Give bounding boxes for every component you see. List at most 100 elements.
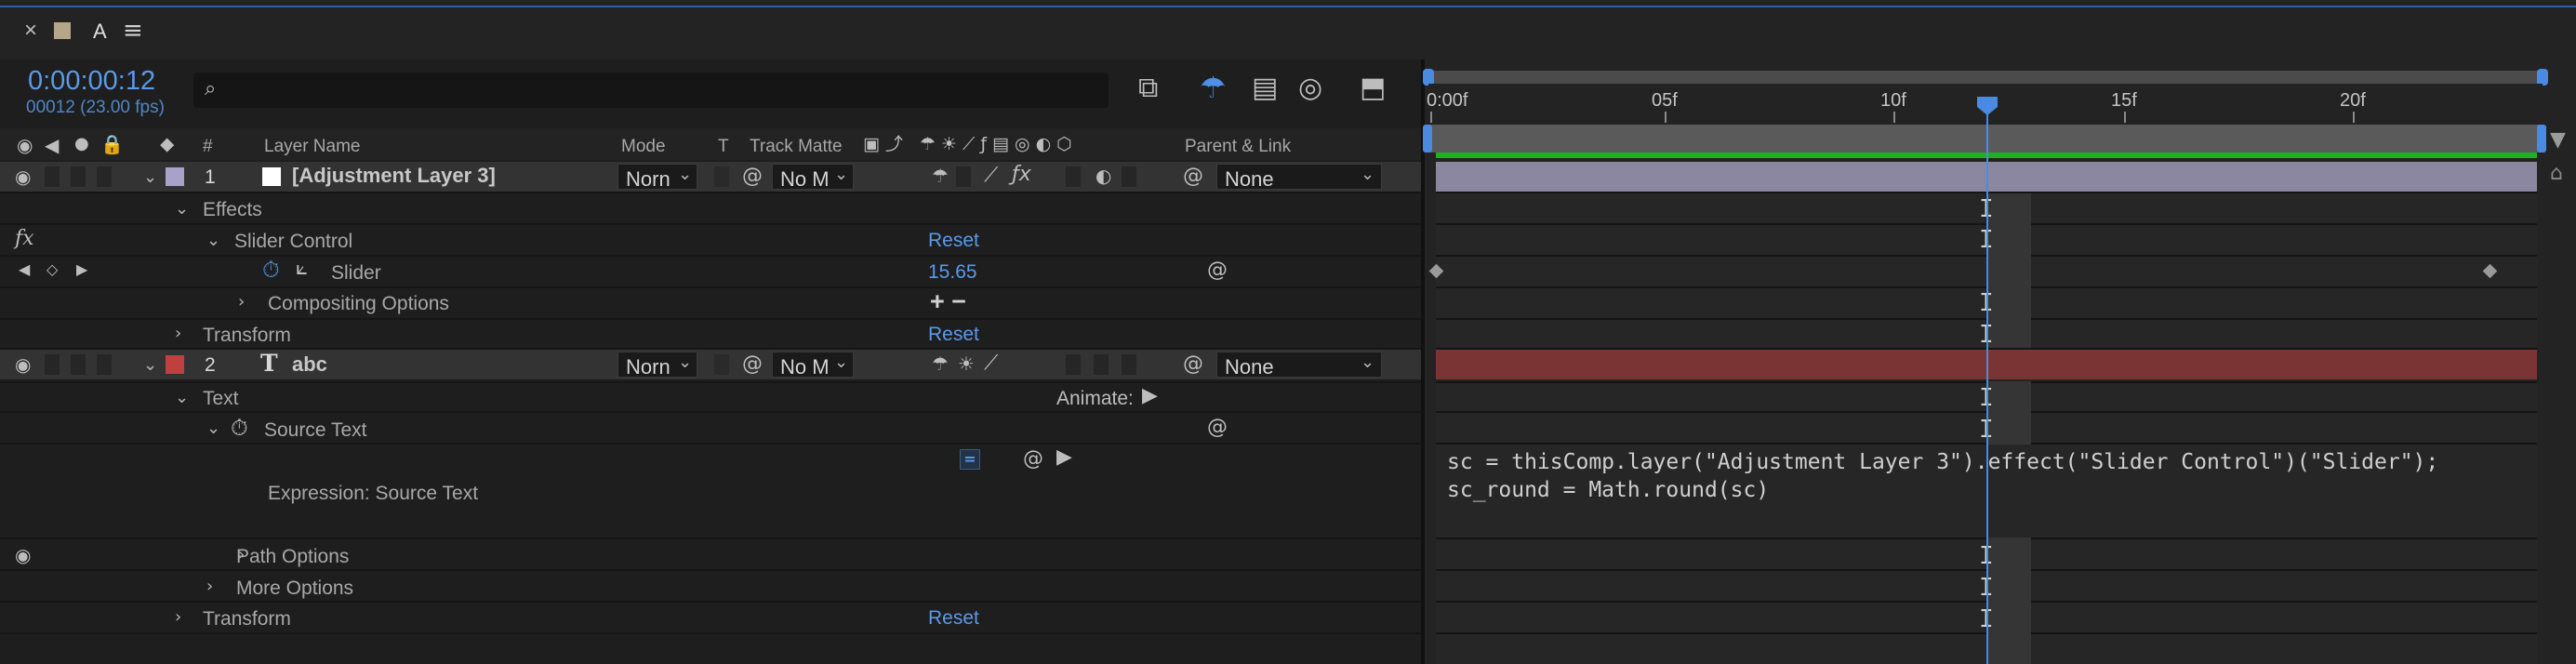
layer-1-solo-switch[interactable] <box>71 166 86 187</box>
layer-2-motion-blur-switch[interactable] <box>1094 354 1109 375</box>
panel-menu-icon[interactable]: ≡ <box>123 19 143 43</box>
search-input[interactable] <box>234 77 1094 103</box>
layer-2-matte-link-icon[interactable]: @ <box>742 354 763 375</box>
motion-blur-icon[interactable]: ◎ <box>1298 74 1322 102</box>
layer-2-parent-dropdown[interactable]: None ⌄ <box>1216 352 1382 378</box>
layer-1-frame-blend-switch[interactable] <box>1066 166 1081 187</box>
slider-control-label[interactable]: Slider Control <box>234 232 352 251</box>
time-navigator[interactable] <box>1428 71 2543 84</box>
layer-2-frame-blend-switch[interactable] <box>1066 354 1081 375</box>
comp-button-icon[interactable]: ⌂ <box>2550 164 2563 184</box>
layer-1-lock-switch[interactable] <box>97 166 112 187</box>
layer-2-mode-dropdown[interactable]: Norn ⌄ <box>617 352 697 378</box>
layer-1-mode-dropdown[interactable]: Norn ⌄ <box>617 164 697 191</box>
ruler-label: 05f <box>1652 90 1678 111</box>
transform-2-expand-chevron[interactable]: › <box>175 609 181 626</box>
effects-expand-chevron[interactable]: ⌄ <box>175 201 189 218</box>
transform-2-label[interactable]: Transform <box>203 609 291 629</box>
audio-column-icon[interactable]: ◀ <box>45 136 59 154</box>
layer-2-visibility-icon[interactable]: ◉ <box>15 355 31 374</box>
layer-1-name[interactable]: [Adjustment Layer 3] <box>292 166 496 186</box>
next-keyframe-icon[interactable]: ▶ <box>76 262 87 277</box>
transform-1-label[interactable]: Transform <box>203 325 291 345</box>
layer-1-audio-switch[interactable] <box>45 166 60 187</box>
layer-1-pickwhip-icon[interactable]: @ <box>1183 166 1203 187</box>
layer-1-shy-switch[interactable]: ☂ <box>932 166 949 185</box>
label-column-icon[interactable]: ⬥ <box>160 135 174 155</box>
layer-2-3d-switch[interactable] <box>1122 354 1136 375</box>
layer-2-expand-chevron[interactable]: ⌄ <box>143 357 157 374</box>
layer-2-label-color[interactable] <box>166 355 184 374</box>
column-layer-name-header[interactable]: Layer Name <box>264 138 361 155</box>
work-area-end-handle[interactable] <box>2537 125 2546 153</box>
transform-1-expand-chevron[interactable]: › <box>175 325 181 342</box>
compositing-options-label[interactable]: Compositing Options <box>268 294 449 313</box>
solo-column-icon[interactable]: ● <box>74 136 89 153</box>
current-timecode[interactable]: 0:00:00:12 <box>28 68 155 95</box>
slider-pickwhip-icon[interactable]: @ <box>1207 260 1228 281</box>
source-text-pickwhip-icon[interactable]: @ <box>1207 418 1228 438</box>
expression-language-menu-icon[interactable]: ▶ <box>1056 447 1072 468</box>
layer-2-preserve-transparency[interactable] <box>714 354 729 375</box>
animate-label[interactable]: Animate: <box>1056 389 1134 408</box>
graph-editor-icon[interactable]: ⬒ <box>1360 74 1386 102</box>
shy-layers-icon[interactable]: ☂ <box>1200 73 1227 102</box>
work-area-start-handle[interactable] <box>1423 125 1432 153</box>
frame-blending-icon[interactable]: ▤ <box>1252 74 1278 102</box>
layer-1-preserve-transparency[interactable] <box>714 166 729 187</box>
stopwatch-icon[interactable]: ⏱ <box>262 259 280 281</box>
layer-2-lock-switch[interactable] <box>97 354 112 375</box>
layer-2-shy-switch[interactable]: ☂ <box>932 354 949 373</box>
layer-2-quality-switch[interactable]: ⟋ <box>984 353 998 374</box>
layer-1-effects-switch[interactable]: ƒx <box>1012 165 1031 185</box>
more-options-label[interactable]: More Options <box>236 578 353 598</box>
expression-line-1[interactable]: sc = thisComp.layer("Adjustment Layer 3"… <box>1447 452 2438 473</box>
more-options-expand-chevron[interactable]: › <box>206 578 213 595</box>
layer-1-parent-dropdown[interactable]: None ⌄ <box>1216 164 1382 191</box>
layer-2-pickwhip-icon[interactable]: @ <box>1183 354 1203 375</box>
layer-2-name[interactable]: abc <box>292 354 327 375</box>
layer-1-track-matte-dropdown[interactable]: No M ⌄ <box>772 164 854 191</box>
transform-2-reset[interactable]: Reset <box>928 608 979 628</box>
search-field[interactable]: ⌕ <box>193 73 1109 108</box>
path-options-visibility-icon[interactable]: ◉ <box>15 546 31 564</box>
transform-1-reset[interactable]: Reset <box>928 325 979 344</box>
comp-flowchart-icon[interactable]: ⧉ <box>1138 74 1158 102</box>
graph-icon[interactable]: ⟀ <box>296 259 308 279</box>
layer-1-3d-switch[interactable] <box>1122 166 1136 187</box>
comp-marker-bin-icon[interactable]: ▼ <box>2550 130 2566 151</box>
layer-2-collapse-switch[interactable]: ☀ <box>958 354 975 373</box>
layer-2-audio-switch[interactable] <box>45 354 60 375</box>
tab-close-button[interactable]: × <box>24 20 37 42</box>
comp-tab-name[interactable]: A <box>93 21 107 42</box>
compositing-add-remove[interactable]: + − <box>930 289 966 314</box>
layer-2-mode-value: Norn <box>626 355 671 378</box>
text-expand-chevron[interactable]: ⌄ <box>175 390 189 406</box>
layer-1-matte-link-icon[interactable]: @ <box>742 166 763 187</box>
slider-control-expand-chevron[interactable]: ⌄ <box>206 232 220 249</box>
layer-1-expand-chevron[interactable]: ⌄ <box>143 169 157 186</box>
layer-1-adjustment-switch[interactable]: ◐ <box>1095 166 1111 185</box>
prev-keyframe-icon[interactable]: ◀ <box>19 262 30 277</box>
layer-1-visibility-icon[interactable]: ◉ <box>15 167 31 186</box>
layer-2-track-matte-dropdown[interactable]: No M ⌄ <box>772 352 854 378</box>
video-column-icon[interactable]: ◉ <box>17 136 33 154</box>
source-text-expand-chevron[interactable]: ⌄ <box>206 420 220 437</box>
work-area-bar[interactable] <box>1428 125 2543 153</box>
compositing-options-expand-chevron[interactable]: › <box>238 294 245 311</box>
slider-control-reset[interactable]: Reset <box>928 231 979 250</box>
animate-menu-icon[interactable]: ▶ <box>1142 386 1158 406</box>
layer-2-solo-switch[interactable] <box>71 354 86 375</box>
slider-value[interactable]: 15.65 <box>928 262 977 282</box>
path-options-label[interactable]: Path Options <box>236 547 349 566</box>
layer-1-label-color[interactable] <box>166 167 184 186</box>
expression-graph-icon[interactable]: @ <box>1023 449 1043 470</box>
lock-column-icon[interactable]: 🔒 <box>100 135 124 153</box>
source-text-stopwatch-icon[interactable]: ⏱ <box>231 417 248 439</box>
expression-enable-toggle[interactable]: = <box>960 449 980 470</box>
add-keyframe-icon[interactable]: ◇ <box>46 262 58 277</box>
column-number-header: # <box>203 137 213 156</box>
layer-1-quality-switch[interactable]: ⟋ <box>984 166 998 186</box>
layer-1-collapse-switch[interactable] <box>956 166 971 187</box>
expression-line-2[interactable]: sc_round = Math.round(sc) <box>1447 480 1769 501</box>
